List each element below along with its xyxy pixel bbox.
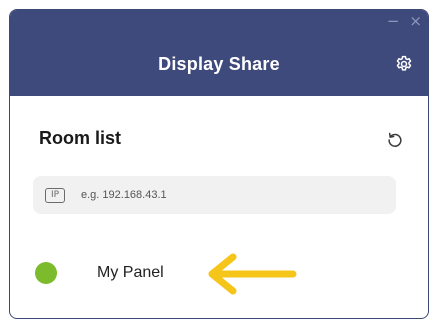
online-status-dot bbox=[35, 262, 57, 284]
ip-input-field[interactable]: IP bbox=[33, 176, 396, 214]
gear-icon bbox=[396, 55, 412, 71]
ip-address-input[interactable] bbox=[79, 188, 363, 202]
minimize-button[interactable]: − bbox=[387, 13, 400, 29]
room-name: My Panel bbox=[97, 264, 164, 281]
refresh-icon bbox=[388, 132, 402, 147]
settings-button[interactable] bbox=[392, 52, 416, 76]
arrow-left-icon bbox=[208, 253, 297, 295]
header-bar: − × Display Share bbox=[10, 10, 428, 96]
app-window: − × Display Share Room list IP My Panel bbox=[9, 9, 429, 319]
close-button[interactable]: × bbox=[409, 13, 422, 29]
refresh-button[interactable] bbox=[383, 128, 407, 152]
room-list-title: Room list bbox=[39, 128, 122, 148]
room-list-item[interactable]: My Panel bbox=[35, 258, 225, 288]
window-controls: − × bbox=[387, 13, 422, 29]
app-title: Display Share bbox=[158, 54, 280, 74]
ip-badge-icon: IP bbox=[45, 187, 65, 203]
